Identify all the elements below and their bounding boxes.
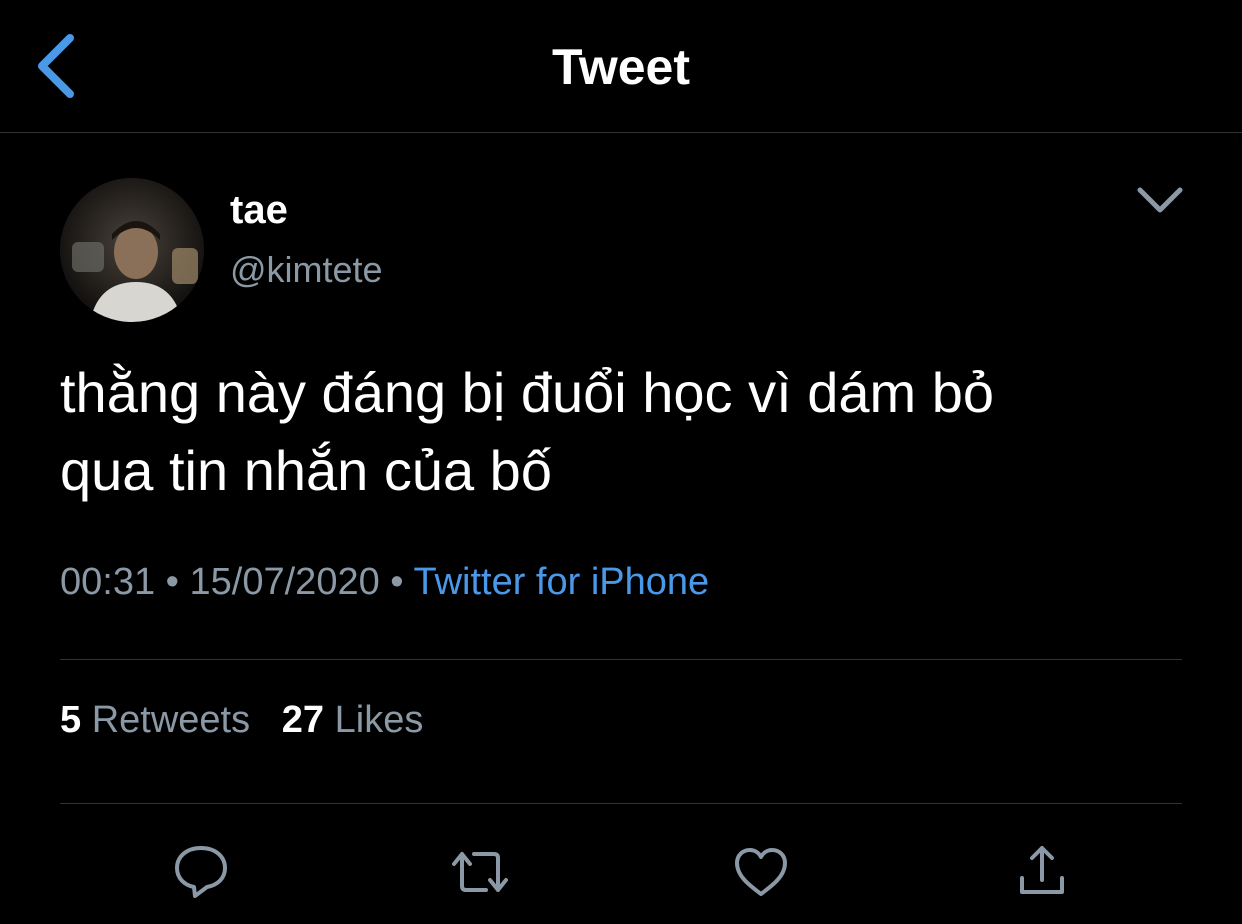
tweet-time: 00:31: [60, 561, 156, 603]
tweet-text: thằng này đáng bị đuổi học vì dám bỏ qua…: [60, 354, 1180, 510]
tweet-text-line: thằng này đáng bị đuổi học vì dám bỏ: [60, 361, 995, 424]
chevron-down-icon: [1137, 187, 1183, 213]
likes-count: 27: [281, 699, 325, 741]
page-title: Tweet: [552, 39, 690, 95]
tweet-source-link[interactable]: Twitter for iPhone: [413, 561, 709, 603]
avatar[interactable]: [60, 178, 204, 322]
retweets-stat[interactable]: 5 Retweets: [60, 696, 250, 744]
tweet-date: 15/07/2020: [189, 561, 380, 603]
likes-stat[interactable]: 27 Likes: [282, 696, 424, 744]
tweet-stats: 5 Retweets 27 Likes: [60, 696, 423, 744]
display-name[interactable]: tae: [230, 186, 288, 234]
tweet-meta: 00:31 • 15/07/2020 • Twitter for iPhone: [60, 558, 709, 606]
like-button[interactable]: [729, 840, 793, 904]
tweet-text-line: qua tin nhắn của bố: [60, 439, 552, 502]
retweets-count: 5: [60, 699, 82, 741]
divider: [60, 803, 1182, 804]
divider: [60, 659, 1182, 660]
more-options-button[interactable]: [1134, 180, 1186, 220]
likes-label: Likes: [334, 699, 424, 741]
meta-separator: •: [390, 561, 404, 603]
reply-icon: [175, 846, 227, 898]
meta-separator: •: [165, 561, 179, 603]
heart-icon: [735, 848, 787, 896]
retweet-icon: [452, 852, 508, 892]
reply-button[interactable]: [169, 840, 233, 904]
profile-photo: [60, 178, 204, 322]
share-icon: [1020, 846, 1064, 894]
retweet-button[interactable]: [448, 840, 512, 904]
user-handle[interactable]: @kimtete: [230, 248, 383, 292]
top-nav-bar: Tweet: [0, 0, 1242, 133]
retweets-label: Retweets: [91, 699, 251, 741]
share-button[interactable]: [1010, 840, 1074, 904]
